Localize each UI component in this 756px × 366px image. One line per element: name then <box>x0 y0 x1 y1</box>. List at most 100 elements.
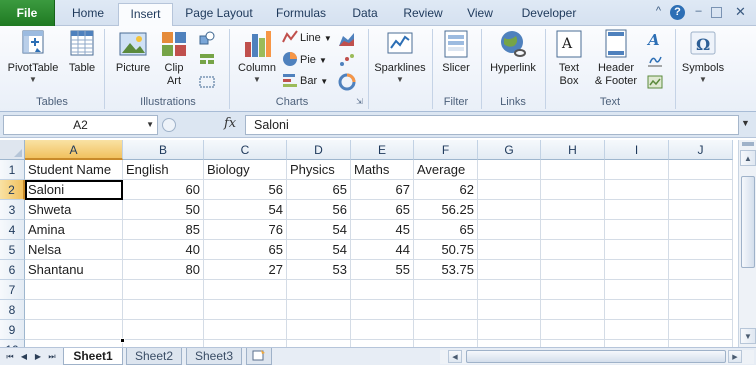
column-header[interactable]: E <box>351 140 414 160</box>
pie-chart-button[interactable]: Pie ▼ <box>282 50 327 70</box>
insert-worksheet-icon[interactable] <box>246 348 272 365</box>
tab-developer[interactable]: Developer <box>512 3 586 26</box>
row-header[interactable]: 7 <box>0 280 25 300</box>
cell[interactable] <box>478 200 541 220</box>
line-chart-button[interactable]: Line ▼ <box>282 28 332 48</box>
cell[interactable]: 85 <box>123 220 204 240</box>
name-box[interactable]: A2 ▼ <box>3 115 158 135</box>
cell[interactable] <box>605 260 669 280</box>
cell[interactable] <box>478 240 541 260</box>
cell[interactable] <box>204 320 287 340</box>
expand-formula-bar-icon[interactable]: ▼ <box>741 118 750 128</box>
cell[interactable] <box>414 300 478 320</box>
cell[interactable] <box>541 200 605 220</box>
column-header[interactable]: F <box>414 140 478 160</box>
column-header[interactable]: B <box>123 140 204 160</box>
cell[interactable]: 55 <box>351 260 414 280</box>
row-header[interactable]: 5 <box>0 240 25 260</box>
tab-review[interactable]: Review <box>397 3 449 26</box>
cell[interactable] <box>478 340 541 347</box>
last-sheet-icon[interactable]: ⏭ <box>46 350 58 363</box>
cell[interactable] <box>204 300 287 320</box>
cell[interactable]: 40 <box>123 240 204 260</box>
cell[interactable]: 53.75 <box>414 260 478 280</box>
cell[interactable]: 44 <box>351 240 414 260</box>
cell[interactable] <box>351 340 414 347</box>
horizontal-scroll-thumb[interactable] <box>466 350 726 363</box>
active-cell[interactable]: Saloni <box>25 180 123 200</box>
sheet-tab-sheet3[interactable]: Sheet3 <box>186 348 242 365</box>
cell[interactable] <box>669 260 733 280</box>
sheet-tab-sheet1[interactable]: Sheet1 <box>63 348 123 365</box>
text-box-button[interactable]: A Text Box <box>549 28 589 88</box>
help-icon[interactable]: ? <box>670 5 685 20</box>
horizontal-scrollbar[interactable]: ◀ ▶ <box>440 350 754 364</box>
cell[interactable] <box>669 160 733 180</box>
cell[interactable] <box>123 280 204 300</box>
row-header[interactable]: 3 <box>0 200 25 220</box>
scroll-right-icon[interactable]: ▶ <box>728 350 742 363</box>
cell[interactable] <box>123 300 204 320</box>
vertical-scroll-thumb[interactable] <box>741 176 755 268</box>
cell[interactable] <box>287 340 351 347</box>
scatter-chart-icon[interactable] <box>338 52 356 70</box>
cell[interactable] <box>351 320 414 340</box>
column-header[interactable]: H <box>541 140 605 160</box>
cell[interactable] <box>25 340 123 347</box>
cell[interactable]: Shantanu <box>25 260 123 280</box>
cell[interactable] <box>669 280 733 300</box>
cell[interactable]: 65 <box>414 220 478 240</box>
cell[interactable] <box>605 340 669 347</box>
row-header[interactable]: 4 <box>0 220 25 240</box>
cell[interactable] <box>287 300 351 320</box>
cell[interactable]: 54 <box>204 200 287 220</box>
vertical-scrollbar[interactable]: ▲ ▼ <box>738 140 756 347</box>
tab-formulas[interactable]: Formulas <box>268 3 334 26</box>
shapes-icon[interactable] <box>198 30 216 48</box>
cell[interactable]: Student Name <box>25 160 123 180</box>
cell[interactable] <box>541 180 605 200</box>
cell[interactable] <box>605 220 669 240</box>
cell[interactable] <box>669 240 733 260</box>
insert-function-icon[interactable]: fx <box>224 116 236 131</box>
cell[interactable] <box>669 220 733 240</box>
cell[interactable]: 54 <box>287 220 351 240</box>
column-chart-button[interactable]: Column ▼ <box>234 28 280 84</box>
cell[interactable] <box>605 240 669 260</box>
cell[interactable] <box>478 280 541 300</box>
cell[interactable] <box>25 320 123 340</box>
split-box[interactable] <box>742 142 754 146</box>
cell[interactable] <box>478 260 541 280</box>
tab-home[interactable]: Home <box>62 3 114 26</box>
cell[interactable]: 80 <box>123 260 204 280</box>
cell[interactable] <box>414 340 478 347</box>
cell[interactable] <box>669 340 733 347</box>
pivottable-button[interactable]: PivotTable ▼ <box>4 28 62 84</box>
cell[interactable]: 27 <box>204 260 287 280</box>
column-header[interactable]: D <box>287 140 351 160</box>
cell[interactable]: 65 <box>351 200 414 220</box>
column-header[interactable]: A <box>25 140 123 160</box>
tab-insert[interactable]: Insert <box>118 3 173 27</box>
cell[interactable] <box>478 320 541 340</box>
column-header[interactable]: J <box>669 140 733 160</box>
cell[interactable]: Amina <box>25 220 123 240</box>
sheet-tab-sheet2[interactable]: Sheet2 <box>126 348 182 365</box>
cell[interactable] <box>669 300 733 320</box>
cell[interactable]: 62 <box>414 180 478 200</box>
cell[interactable] <box>478 220 541 240</box>
cell[interactable] <box>541 160 605 180</box>
window-restore-icon[interactable] <box>711 7 722 18</box>
cell[interactable]: Biology <box>204 160 287 180</box>
dialog-launcher-icon[interactable]: ⇲ <box>356 97 365 106</box>
cell[interactable]: 65 <box>287 180 351 200</box>
cell[interactable] <box>478 180 541 200</box>
bar-chart-button[interactable]: Bar ▼ <box>282 71 328 91</box>
cell[interactable] <box>541 300 605 320</box>
formula-input[interactable]: Saloni <box>245 115 739 135</box>
cell[interactable]: Physics <box>287 160 351 180</box>
cell[interactable] <box>669 180 733 200</box>
cell[interactable] <box>669 200 733 220</box>
cell[interactable] <box>25 300 123 320</box>
cell[interactable] <box>414 280 478 300</box>
